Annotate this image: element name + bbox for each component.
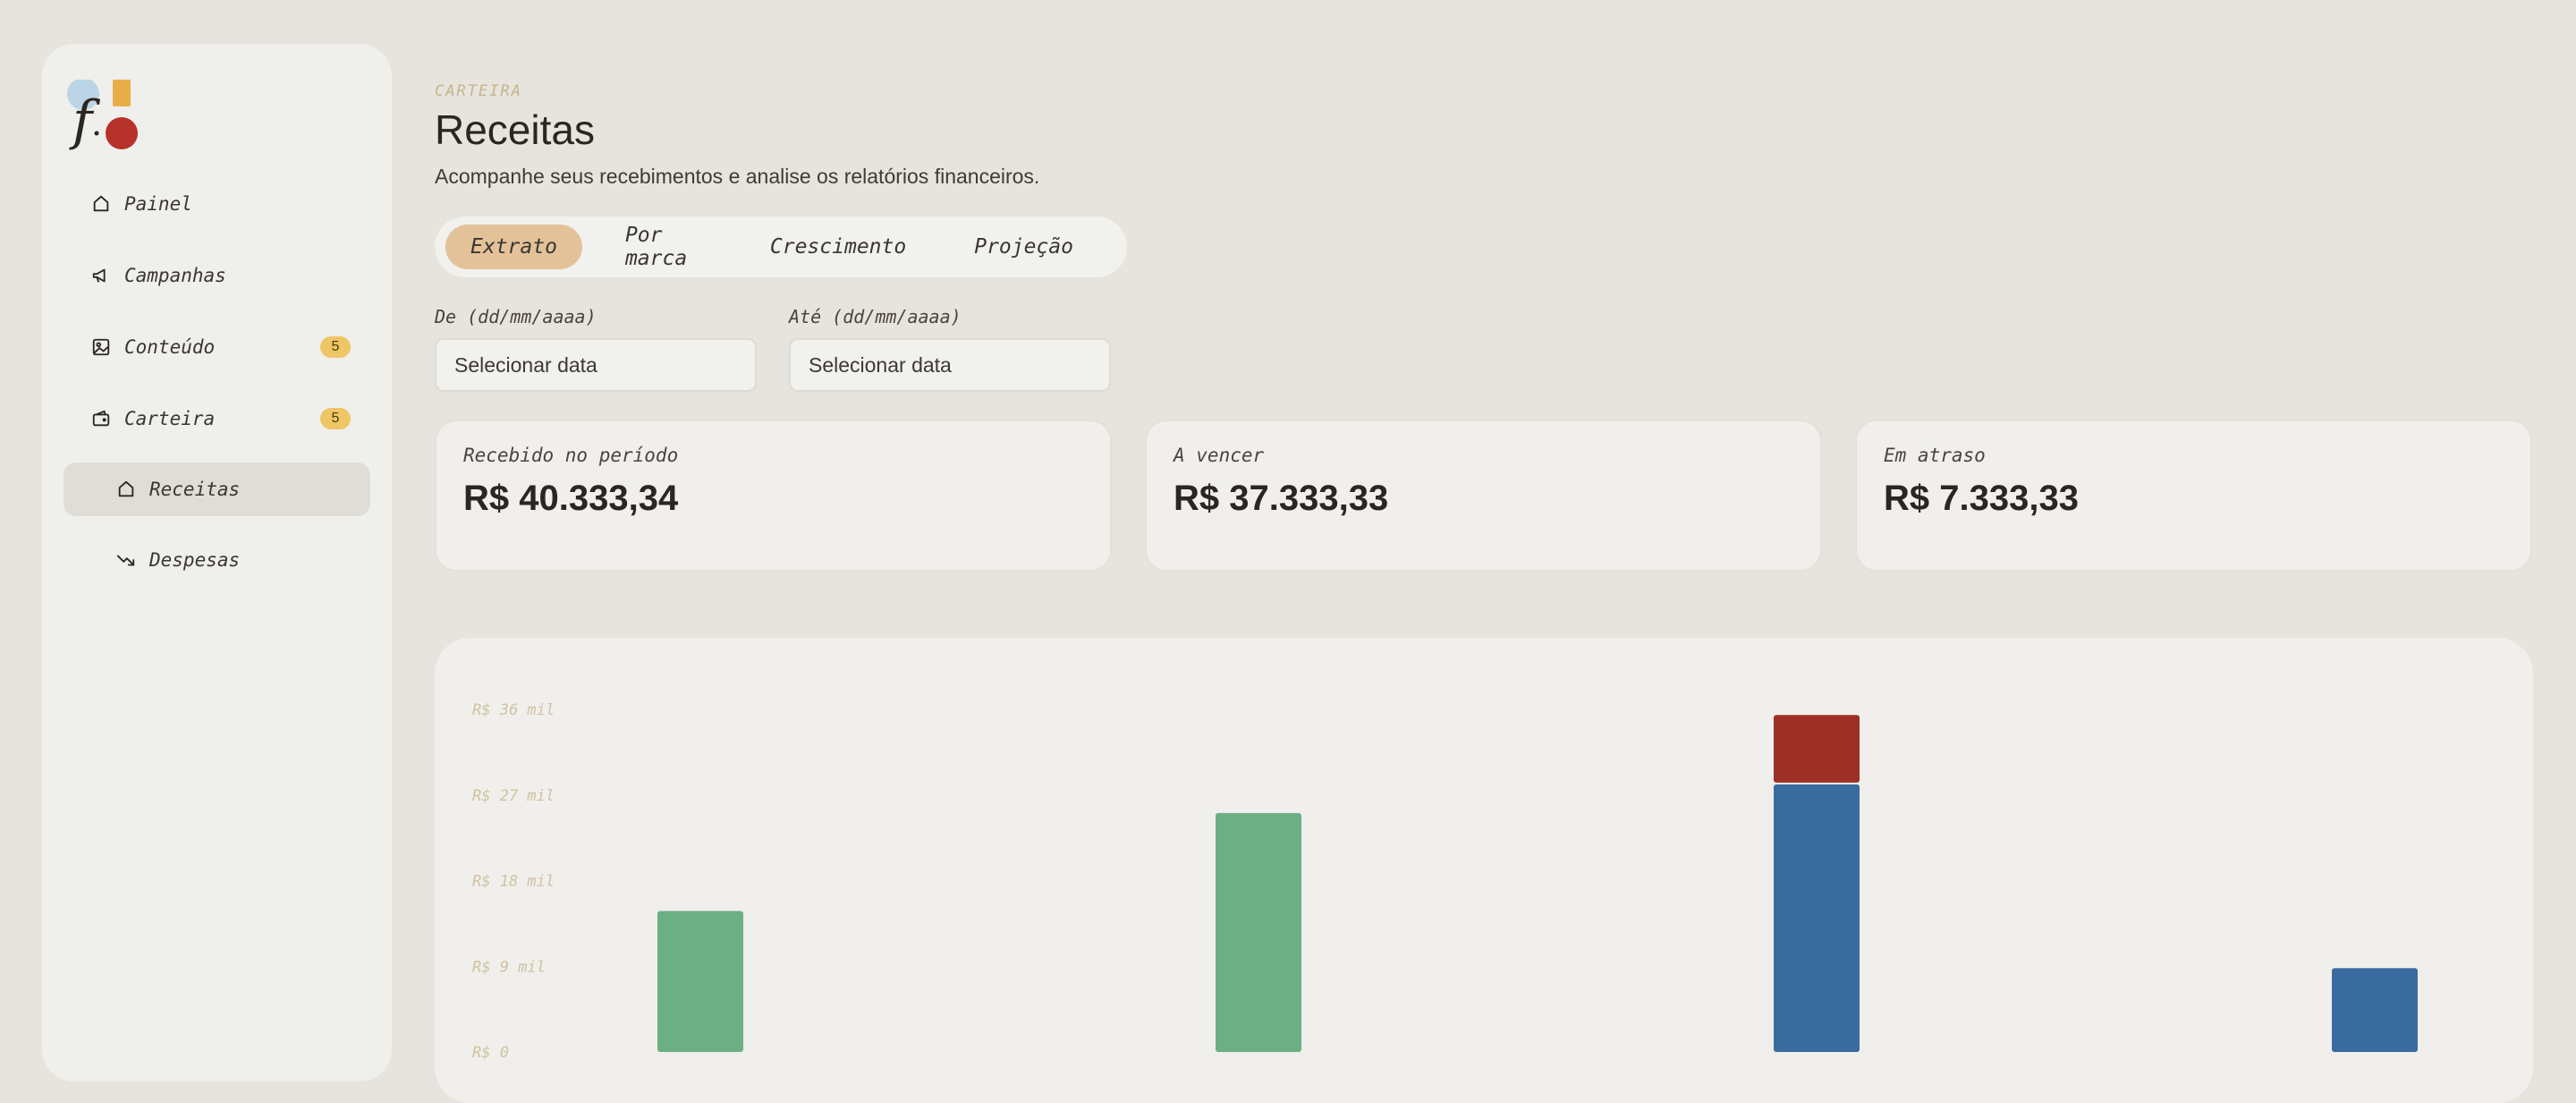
tab-bar: Extrato Por marca Crescimento Projeção (435, 216, 1127, 277)
sidebar-item-receitas[interactable]: Receitas (64, 462, 370, 516)
date-to-label: Até (dd/mm/aaaa) (789, 306, 962, 327)
chart-bar[interactable] (2332, 968, 2418, 1052)
chart-bar[interactable] (657, 911, 743, 1052)
stat-label: Em atraso (1884, 445, 1986, 466)
page-title: Receitas (435, 106, 595, 153)
tab-extrato[interactable]: Extrato (445, 225, 582, 269)
breadcrumb: CARTEIRA (435, 82, 522, 100)
sidebar-item-painel[interactable]: Painel (64, 177, 370, 231)
stat-value: R$ 37.333,33 (1174, 479, 1389, 518)
sidebar-item-conteudo[interactable]: Conteúdo 5 (64, 320, 370, 374)
sidebar-item-carteira[interactable]: Carteira 5 (64, 392, 370, 445)
date-from-label: De (dd/mm/aaaa) (435, 306, 597, 327)
stat-card-a-vencer: A vencer R$ 37.333,33 (1145, 420, 1822, 572)
y-tick-label: R$ 0 (472, 1044, 509, 1062)
tab-crescimento[interactable]: Crescimento (745, 225, 931, 269)
sidebar-item-label: Campanhas (124, 265, 226, 286)
page-subtitle: Acompanhe seus recebimentos e analise os… (435, 165, 1040, 188)
brand-logo: f (67, 80, 138, 152)
home-icon (90, 193, 112, 215)
stat-value: R$ 40.333,34 (463, 479, 679, 518)
sidebar-item-campanhas[interactable]: Campanhas (64, 249, 370, 302)
sidebar-item-label: Conteúdo (124, 336, 216, 358)
image-icon (90, 336, 112, 358)
megaphone-icon (90, 265, 112, 286)
sidebar-item-label: Receitas (149, 479, 241, 500)
stat-label: Recebido no período (463, 445, 679, 466)
y-tick-label: R$ 18 mil (472, 873, 555, 891)
trending-down-icon (115, 549, 137, 571)
home-icon (115, 479, 137, 500)
sidebar-item-label: Painel (124, 193, 192, 215)
chart-bar[interactable] (1216, 812, 1301, 1052)
stat-label: A vencer (1174, 445, 1265, 466)
count-badge: 5 (320, 336, 351, 358)
wallet-icon (90, 408, 112, 429)
chart-bar[interactable] (1774, 784, 1860, 1052)
tab-projecao[interactable]: Projeção (949, 225, 1098, 269)
sidebar-item-label: Carteira (124, 408, 216, 429)
count-badge: 5 (320, 408, 351, 429)
stat-card-em-atraso: Em atraso R$ 7.333,33 (1855, 420, 2532, 572)
date-to-input[interactable] (789, 338, 1111, 392)
date-from-input[interactable] (435, 338, 757, 392)
tab-por-marca[interactable]: Por marca (600, 224, 727, 270)
y-tick-label: R$ 36 mil (472, 701, 555, 719)
revenue-chart-panel: R$ 0 R$ 9 mil R$ 18 mil R$ 27 mil R$ 36 mil (435, 638, 2533, 1103)
sidebar-item-despesas[interactable]: Despesas (64, 533, 370, 587)
chart-bar[interactable] (1774, 715, 1860, 783)
revenue-chart: R$ 0 R$ 9 mil R$ 18 mil R$ 27 mil R$ 36 mil (472, 701, 2418, 1062)
y-tick-label: R$ 9 mil (472, 958, 546, 976)
y-tick-label: R$ 27 mil (472, 787, 555, 805)
sidebar: f Painel Campanhas Conteúdo 5 Carteira 5… (42, 44, 392, 1082)
stat-value: R$ 7.333,33 (1884, 479, 2079, 518)
sidebar-item-label: Despesas (149, 549, 241, 571)
stat-card-recebido: Recebido no período R$ 40.333,34 (435, 420, 1112, 572)
